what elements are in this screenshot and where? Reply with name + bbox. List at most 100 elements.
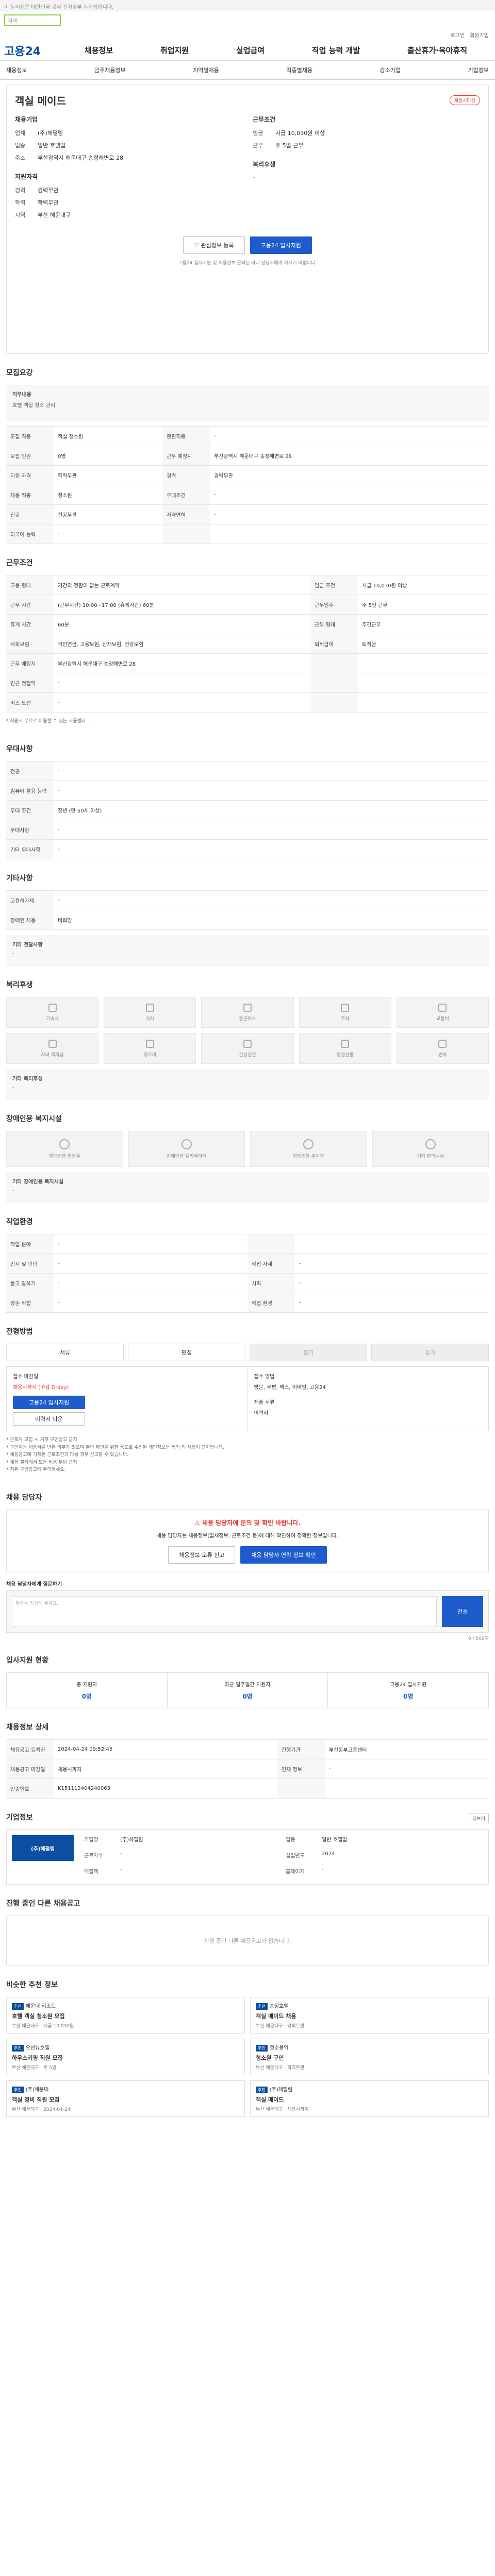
logo[interactable]: 고용24	[4, 42, 61, 59]
kv-key: 임금	[253, 130, 263, 137]
manager-contact-button[interactable]: 채용 담당자 연락 정보 확인	[240, 1546, 327, 1564]
workplace-table: 작업 분야 - 인지 및 판단 - 작업 자세 - 듣고 말하기 - 시력 - 양손 작업 - 작업 환…	[6, 1234, 489, 1313]
kv-key: 학력	[15, 199, 26, 206]
recommend-card[interactable]: 추천 (주)해운대 객실 정비 직원 모집 부산 해운대구 · 2024-04-24	[6, 2080, 245, 2117]
table-value: 주 5일 근무	[358, 595, 489, 615]
recommend-badge: 추천	[12, 2087, 24, 2094]
work-col: 근무조건 임금 시급 10,030원 이상 근무 주 5일 근무 복리후생 -	[253, 115, 480, 223]
table-value: 비희망	[54, 910, 489, 930]
recommend-card[interactable]: 추천 청소용역 청소원 구인 부산 해운대구 · 학력무관	[250, 2039, 489, 2076]
lnb-item[interactable]: 채용정보	[6, 66, 27, 74]
kv-value: (주)헤펄림	[120, 1837, 143, 1843]
process-section: 전형방법 서류 면접 필기 실기 접수 마감일 채용시까지 (마감 D-day)…	[0, 1317, 495, 1483]
lnb-item[interactable]: 직종별채용	[286, 66, 312, 74]
table-value: -	[54, 761, 489, 782]
recommend-card[interactable]: 추천 해운대 리조트 호텔 객실 청소원 모집 부산 해운대구 · 시급 10,030…	[6, 1997, 245, 2034]
welfare-etc-box: 기타 복리후생 -	[6, 1069, 489, 1100]
recommend-badge: 추천	[12, 2045, 24, 2052]
info-title: 채용정보 상세	[6, 1723, 49, 1732]
company-more-link[interactable]: 더보기	[469, 1813, 489, 1823]
work-title: 근무조건	[6, 559, 33, 567]
recommend-meta: 부산 해운대구 · 시급 10,030원	[12, 2024, 74, 2029]
table-value: 0명	[54, 446, 163, 466]
stat-row: 총 지원자 0명 최근 일주일간 지원자 0명 고용24 입사지원 0명	[6, 1672, 489, 1709]
recommend-badge: 추천	[12, 2003, 24, 2010]
work-note: * 지원시 무료로 이용할 수 있는 고용센터 ...	[6, 719, 92, 724]
table-value: 장년 (만 50세 이상)	[54, 800, 489, 821]
qa-box: 질문을 작성해 주세요. 전송	[6, 1590, 489, 1633]
welfare-label: 자녀 학자금	[41, 1052, 64, 1058]
table-value	[358, 692, 489, 713]
table-key: 전공	[6, 504, 54, 524]
apply-now-button[interactable]: 고용24 입사지원	[13, 1396, 85, 1410]
warning-title-text: 채용 담당자에 문의 및 확인 바랍니다.	[202, 1519, 301, 1527]
qa-send-button[interactable]: 전송	[442, 1596, 483, 1628]
note-line: * 채용 절차에서 모든 비용 부담 금지	[6, 1460, 77, 1465]
table-key: 사회보험	[6, 634, 54, 654]
stat-value: 0명	[81, 1693, 92, 1701]
gnb-item[interactable]: 취업지원	[160, 45, 189, 56]
recruit-desc: 직무내용 호텔 객실 청소 관리	[6, 385, 489, 421]
table-value: -	[54, 820, 489, 840]
table-row: 채용공고 마감일 채용시까지 인재 정보 -	[6, 1759, 489, 1780]
welfare-head: 복리후생	[253, 161, 276, 168]
other-title: 진행 중인 다른 채용공고	[6, 1900, 80, 1908]
save-interest-button[interactable]: ♡ 관심정보 등록	[183, 236, 245, 254]
table-value	[358, 673, 489, 693]
table-key: 임금 조건	[310, 575, 358, 595]
search-input[interactable]: 검색	[4, 14, 61, 26]
welfare-item: 경조비	[104, 1033, 196, 1064]
table-key: 인증번호	[6, 1778, 54, 1799]
login-link[interactable]: 로그인	[451, 31, 465, 39]
apply-method-value: 방문, 우편, 팩스, 이메일, 고용24	[254, 1385, 326, 1391]
table-key: 근무 시간	[6, 595, 54, 615]
report-error-button[interactable]: 채용정보 오류 신고	[168, 1546, 236, 1564]
table-value: -	[324, 1759, 489, 1780]
gnb-item[interactable]: 직업 능력 개발	[312, 45, 360, 56]
lnb-item[interactable]: 강소기업	[380, 66, 401, 74]
gnb-item[interactable]: 채용정보	[85, 45, 113, 56]
table-key: 작업 자세	[248, 1253, 295, 1274]
etc-note-value: -	[12, 951, 14, 957]
welfare-icon	[341, 1039, 350, 1048]
table-row: 인지 및 판단 - 작업 자세 -	[6, 1253, 489, 1274]
welfare-item: 교통비	[396, 997, 489, 1028]
resume-download-button[interactable]: 이력서 다운	[13, 1412, 85, 1426]
apply-method-col: 접수 방법 방문, 우편, 팩스, 이메일, 고용24 제출 서류 이력서	[247, 1367, 489, 1431]
recommend-card[interactable]: 추천 송정호텔 객실 메이드 채용 부산 해운대구 · 경력무관	[250, 1997, 489, 2034]
apply-docs-value: 이력서	[254, 1411, 269, 1417]
apply-deadline-head: 접수 마감일	[13, 1374, 39, 1380]
table-value: 전공무관	[54, 504, 163, 524]
gnb-item[interactable]: 실업급여	[236, 45, 265, 56]
apply-method-head: 접수 방법	[254, 1374, 275, 1380]
welfare-item: 주차	[299, 997, 391, 1028]
job-summary: 객실 메이드 채용시마감 채용기업 업체 (주)헤펄림 업종 일반 호텔업 주소 부산…	[0, 80, 495, 358]
kv-value: 일반 호텔업	[38, 142, 66, 149]
kv-key: 업종	[286, 1837, 295, 1843]
table-key: 인재 정보	[277, 1759, 325, 1780]
apply-button[interactable]: 고용24 입사지원	[250, 236, 312, 254]
table-row: 우대 조건 장년 (만 50세 이상)	[6, 800, 489, 821]
gnb-item[interactable]: 출산휴가·육아휴직	[407, 45, 467, 56]
table-key: 인근 전철역	[6, 673, 54, 693]
process-steps: 서류 면접 필기 실기	[6, 1344, 489, 1362]
kv-value: -	[253, 174, 255, 180]
table-key: 경력	[162, 465, 210, 485]
table-row: 고용허가제 -	[6, 890, 489, 911]
table-key: 우대조건	[162, 485, 210, 505]
recommend-card[interactable]: 추천 오션뷰호텔 하우스키핑 직원 모집 부산 해운대구 · 주 5일	[6, 2039, 245, 2076]
recommend-meta: 부산 해운대구 · 경력무관	[256, 2024, 305, 2029]
search-placeholder: 검색	[8, 18, 18, 24]
kv-value: 주 5일 근무	[275, 142, 304, 149]
lnb-item[interactable]: 기업정보	[468, 66, 489, 74]
signup-link[interactable]: 회원가입	[470, 31, 489, 39]
lnb-item[interactable]: 지역별채용	[193, 66, 219, 74]
process-step: 필기	[250, 1344, 367, 1362]
table-key	[310, 673, 358, 693]
qa-textarea[interactable]: 질문을 작성해 주세요.	[12, 1596, 437, 1628]
lnb-item[interactable]: 금주채용정보	[94, 66, 126, 74]
recruit-desc-label: 직무내용	[12, 392, 31, 398]
table-value: -	[54, 781, 489, 801]
table-row: 고용 형태 기간의 정함이 없는 근로계약 임금 조건 시급 10,030원 이상	[6, 575, 489, 595]
recommend-card[interactable]: 추천 (주)헤펄림 객실 메이드 부산 해운대구 · 채용시까지	[250, 2080, 489, 2117]
